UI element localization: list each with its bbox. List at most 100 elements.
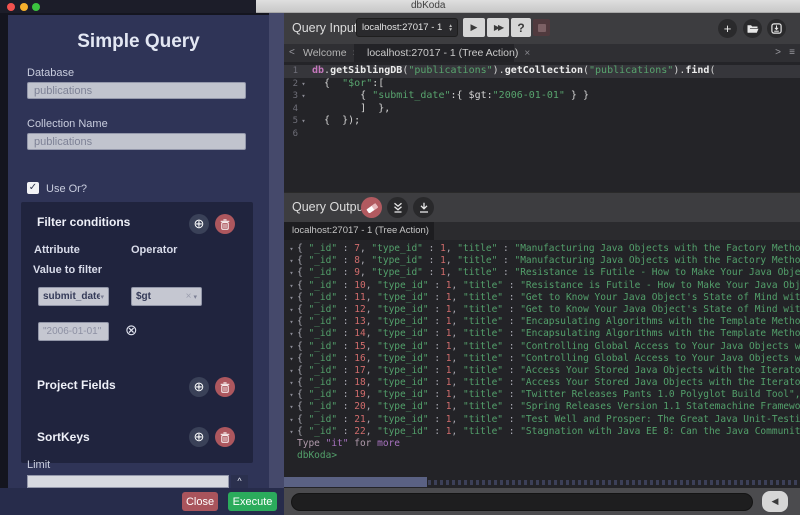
- fold-arrow-icon[interactable]: ▾: [298, 78, 309, 91]
- stop-execution-button[interactable]: [533, 19, 550, 36]
- result-row[interactable]: ▾{ "_id" : 14, "type_id" : 1, "title" : …: [286, 328, 800, 340]
- expand-arrow-icon[interactable]: ▾: [286, 414, 297, 426]
- editor-line[interactable]: 2▾ { "$or":[: [284, 78, 800, 91]
- show-more-button[interactable]: [413, 197, 434, 218]
- filter-conditions-section: Filter conditions ⊕ Attribute Operator V…: [21, 202, 253, 463]
- help-button[interactable]: ?: [511, 18, 531, 37]
- limit-input[interactable]: [27, 475, 229, 488]
- editor-line[interactable]: 6: [284, 128, 800, 141]
- panel-footer: Close Execute: [0, 488, 284, 515]
- database-input[interactable]: [27, 82, 246, 99]
- expand-arrow-icon[interactable]: ▾: [286, 389, 297, 401]
- question-icon: ?: [517, 21, 524, 35]
- operator-select[interactable]: $gt × ▾: [131, 287, 202, 306]
- tabs-list-button[interactable]: ≡: [786, 44, 798, 62]
- connection-select[interactable]: localhost:27017 - 1 ▴▾: [356, 18, 458, 37]
- send-command-button[interactable]: ◀: [762, 491, 788, 512]
- fold-arrow-icon[interactable]: ▾: [298, 90, 309, 103]
- expand-arrow-icon[interactable]: ▾: [286, 280, 297, 292]
- editor-line[interactable]: 3▾ { "submit_date":{ $gt:"2006-01-01" } …: [284, 90, 800, 103]
- clear-operator-icon[interactable]: ×: [186, 291, 192, 302]
- line-number: 3: [284, 90, 298, 103]
- minimize-window-button[interactable]: [20, 3, 28, 11]
- filter-value-input[interactable]: [38, 322, 109, 341]
- expand-arrow-icon[interactable]: ▾: [286, 353, 297, 365]
- titlebar-left: [0, 0, 256, 13]
- clear-filter-button[interactable]: [215, 214, 235, 234]
- expand-arrow-icon[interactable]: ▾: [286, 292, 297, 304]
- clear-project-fields-button[interactable]: [215, 377, 235, 397]
- zoom-window-button[interactable]: [32, 3, 40, 11]
- save-file-button[interactable]: [767, 19, 786, 38]
- result-row[interactable]: ▾{ "_id" : 17, "type_id" : 1, "title" : …: [286, 365, 800, 377]
- run-query-button[interactable]: ▶: [463, 18, 485, 37]
- expand-arrow-icon[interactable]: ▾: [286, 401, 297, 413]
- output-console[interactable]: ▾{ "_id" : 7, "type_id" : 1, "title" : "…: [284, 240, 800, 476]
- editor-line[interactable]: 4 ] },: [284, 103, 800, 116]
- fold-arrow-icon[interactable]: ▾: [298, 115, 309, 128]
- add-project-field-button[interactable]: ⊕: [189, 377, 209, 397]
- caret-up-icon: ^: [237, 476, 241, 486]
- horizontal-scrollbar[interactable]: [284, 476, 800, 488]
- result-row[interactable]: ▾{ "_id" : 22, "type_id" : 1, "title" : …: [286, 426, 800, 438]
- new-editor-button[interactable]: +: [718, 19, 737, 38]
- result-row[interactable]: ▾{ "_id" : 16, "type_id" : 1, "title" : …: [286, 353, 800, 365]
- query-output-heading: Query Output: [292, 200, 367, 214]
- result-row[interactable]: ▾{ "_id" : 18, "type_id" : 1, "title" : …: [286, 377, 800, 389]
- expand-arrow-icon[interactable]: ▾: [286, 328, 297, 340]
- editor-line[interactable]: 1db.getSiblingDB("publications").getColl…: [284, 65, 800, 78]
- expand-arrow-icon[interactable]: ▾: [286, 255, 297, 267]
- close-tab-icon[interactable]: ×: [524, 48, 530, 59]
- execute-button[interactable]: Execute: [228, 492, 277, 511]
- scroll-to-bottom-button[interactable]: [387, 197, 408, 218]
- chevron-left-icon: <: [289, 47, 295, 58]
- result-row[interactable]: ▾{ "_id" : 20, "type_id" : 1, "title" : …: [286, 401, 800, 413]
- limit-increment-button[interactable]: ^: [231, 475, 248, 488]
- sort-keys-heading: SortKeys: [37, 430, 90, 444]
- tab-tree-action[interactable]: localhost:27017 - 1 (Tree Action) ×: [354, 44, 514, 62]
- remove-value-button[interactable]: ⊗: [125, 323, 138, 338]
- clear-sort-keys-button[interactable]: [215, 427, 235, 447]
- eraser-icon: [366, 203, 378, 213]
- result-row[interactable]: ▾{ "_id" : 11, "type_id" : 1, "title" : …: [286, 292, 800, 304]
- expand-arrow-icon[interactable]: ▾: [286, 341, 297, 353]
- clear-output-button[interactable]: [361, 197, 382, 218]
- use-or-checkbox[interactable]: ✓: [27, 182, 39, 194]
- expand-arrow-icon[interactable]: ▾: [286, 267, 297, 279]
- more-hint-line: Type "it" for more: [286, 438, 800, 450]
- expand-arrow-icon[interactable]: ▾: [286, 426, 297, 438]
- expand-arrow-icon[interactable]: ▾: [286, 304, 297, 316]
- attribute-select[interactable]: submit_date ▾: [38, 287, 109, 306]
- expand-arrow-icon[interactable]: ▾: [286, 316, 297, 328]
- close-button[interactable]: Close: [182, 492, 218, 511]
- close-window-button[interactable]: [7, 3, 15, 11]
- editor-line[interactable]: 5▾ { });: [284, 115, 800, 128]
- result-row[interactable]: ▾{ "_id" : 12, "type_id" : 1, "title" : …: [286, 304, 800, 316]
- result-row[interactable]: ▾{ "_id" : 13, "type_id" : 1, "title" : …: [286, 316, 800, 328]
- chevron-down-icon: ▾: [193, 293, 197, 301]
- output-tab[interactable]: localhost:27017 - 1 (Tree Action): [284, 222, 434, 240]
- expand-arrow-icon[interactable]: ▾: [286, 243, 297, 255]
- collection-input[interactable]: [27, 133, 246, 150]
- add-filter-button[interactable]: ⊕: [189, 214, 209, 234]
- double-chevron-down-icon: [393, 202, 403, 213]
- tabs-scroll-right-button[interactable]: >: [772, 44, 784, 62]
- add-sort-key-button[interactable]: ⊕: [189, 427, 209, 447]
- result-row[interactable]: ▾{ "_id" : 15, "type_id" : 1, "title" : …: [286, 341, 800, 353]
- result-row[interactable]: ▾{ "_id" : 19, "type_id" : 1, "title" : …: [286, 389, 800, 401]
- expand-arrow-icon[interactable]: ▾: [286, 377, 297, 389]
- result-row[interactable]: ▾{ "_id" : 7, "type_id" : 1, "title" : "…: [286, 243, 800, 255]
- line-number: 2: [284, 78, 298, 91]
- scrollbar-thumb[interactable]: [284, 477, 427, 487]
- code-text: ] },: [309, 103, 390, 114]
- result-row[interactable]: ▾{ "_id" : 9, "type_id" : 1, "title" : "…: [286, 267, 800, 279]
- execute-all-button[interactable]: ▶▶: [487, 18, 509, 37]
- open-file-button[interactable]: [743, 19, 762, 38]
- code-editor[interactable]: 1db.getSiblingDB("publications").getColl…: [284, 62, 800, 192]
- expand-arrow-icon[interactable]: ▾: [286, 365, 297, 377]
- command-input[interactable]: [291, 493, 753, 511]
- result-row[interactable]: ▾{ "_id" : 10, "type_id" : 1, "title" : …: [286, 280, 800, 292]
- result-row[interactable]: ▾{ "_id" : 8, "type_id" : 1, "title" : "…: [286, 255, 800, 267]
- list-icon: ≡: [789, 47, 795, 58]
- result-row[interactable]: ▾{ "_id" : 21, "type_id" : 1, "title" : …: [286, 414, 800, 426]
